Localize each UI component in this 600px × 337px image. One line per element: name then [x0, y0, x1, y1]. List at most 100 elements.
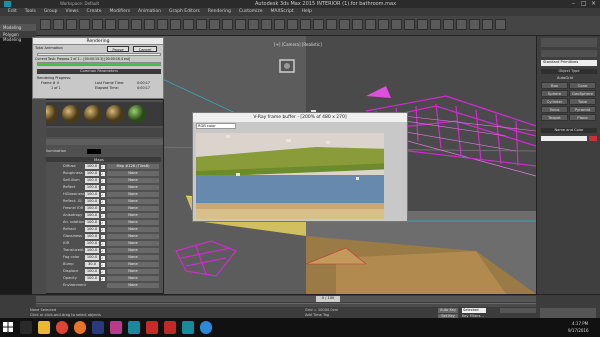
autogrid-checkbox[interactable]: AutoGrid — [557, 76, 573, 80]
add-time-tag[interactable]: Add Time Tag — [305, 313, 329, 317]
map-amount[interactable]: 30.0 — [85, 262, 99, 267]
app-logo-icon[interactable] — [4, 1, 11, 7]
menu-item[interactable]: Edit — [8, 9, 17, 14]
map-slot-button[interactable]: None — [107, 213, 159, 218]
map-slot-button[interactable]: None — [107, 220, 159, 225]
toolbar-button[interactable] — [79, 19, 90, 30]
primitive-button[interactable]: Torus — [541, 106, 568, 113]
toolbar-button[interactable] — [443, 19, 454, 30]
menu-item[interactable]: Group — [44, 9, 58, 14]
skype-icon[interactable] — [200, 321, 212, 334]
cancel-button[interactable]: Cancel — [133, 46, 157, 52]
toolbar-button[interactable] — [248, 19, 259, 30]
primitive-button[interactable]: Teapot — [541, 114, 568, 121]
toolbar-button[interactable] — [131, 19, 142, 30]
material-name-field[interactable] — [35, 139, 163, 145]
toolbar-button[interactable] — [339, 19, 350, 30]
primitive-button[interactable]: GeoSphere — [569, 90, 596, 97]
timeline-track[interactable]: 0 / 100 — [36, 296, 536, 302]
map-slot-button[interactable]: None — [107, 185, 159, 190]
map-slot-button[interactable]: Map #126 (Tiles8) — [107, 164, 159, 169]
menu-item[interactable]: Views — [66, 9, 79, 14]
menu-item[interactable]: MAXScript — [271, 9, 294, 14]
firefox-icon[interactable] — [74, 321, 86, 334]
map-checkbox[interactable]: ✓ — [101, 193, 105, 197]
map-amount[interactable]: 100.0 — [85, 185, 99, 190]
toolbar-button[interactable] — [157, 19, 168, 30]
map-checkbox[interactable]: ✓ — [101, 207, 105, 211]
map-slot-button[interactable]: None — [107, 255, 159, 260]
search-icon[interactable] — [20, 321, 32, 334]
render-preview[interactable] — [196, 133, 394, 219]
map-amount[interactable]: 100.0 — [85, 206, 99, 211]
map-amount[interactable]: 100.0 — [85, 234, 99, 239]
map-slot-button[interactable]: None — [107, 206, 159, 211]
create-categories[interactable] — [541, 50, 597, 57]
primitive-button[interactable]: Box — [541, 82, 568, 89]
photoshop-icon[interactable] — [92, 321, 104, 334]
menu-item[interactable]: Tools — [25, 9, 36, 14]
maximize-icon[interactable]: □ — [581, 0, 587, 7]
key-mode-dropdown[interactable]: Selected — [462, 308, 486, 313]
primitive-button[interactable]: Sphere — [541, 90, 568, 97]
menu-item[interactable]: Animation — [138, 9, 161, 14]
map-slot-button[interactable]: None — [107, 234, 159, 239]
toolbar-button[interactable] — [326, 19, 337, 30]
map-slot-button[interactable]: None — [107, 241, 159, 246]
map-slot-button[interactable]: None — [107, 192, 159, 197]
toolbar-button[interactable] — [365, 19, 376, 30]
toolbar-button[interactable] — [287, 19, 298, 30]
self-illumination-swatch[interactable] — [87, 149, 101, 154]
folder-icon[interactable] — [38, 321, 50, 334]
chrome-icon[interactable] — [56, 321, 68, 334]
toolbar-button[interactable] — [391, 19, 402, 30]
viewport-navigation[interactable] — [540, 308, 596, 318]
toolbar-button[interactable] — [40, 19, 51, 30]
toolbar-button[interactable] — [144, 19, 155, 30]
toolbar-button[interactable] — [482, 19, 493, 30]
menu-item[interactable]: Help — [302, 9, 312, 14]
menu-item[interactable]: Customize — [239, 9, 263, 14]
map-checkbox[interactable]: ✓ — [101, 242, 105, 246]
toolbar-button[interactable] — [274, 19, 285, 30]
minimize-icon[interactable]: – — [572, 0, 575, 7]
map-amount[interactable]: 100.0 — [85, 269, 99, 274]
map-slot-button[interactable]: None — [107, 276, 159, 281]
map-amount[interactable]: 100.0 — [85, 248, 99, 253]
pause-button[interactable]: Pause — [107, 46, 129, 52]
workspace-label[interactable]: Workspace: Default — [60, 1, 99, 6]
toolbar-button[interactable] — [222, 19, 233, 30]
primitive-button[interactable]: Tube — [569, 98, 596, 105]
menu-item[interactable]: Graph Editors — [169, 9, 200, 14]
toolbar-button[interactable] — [183, 19, 194, 30]
toolbar-button[interactable] — [196, 19, 207, 30]
map-amount[interactable]: 100.0 — [85, 276, 99, 281]
primitive-button[interactable]: Pyramid — [569, 106, 596, 113]
toolbar-button[interactable] — [404, 19, 415, 30]
viewport-label[interactable]: [+] [Camera] [Realistic] — [274, 42, 322, 47]
toolbar-button[interactable] — [66, 19, 77, 30]
toolbar-button[interactable] — [92, 19, 103, 30]
map-checkbox[interactable]: ✓ — [101, 249, 105, 253]
3dsmax-window-icon[interactable] — [182, 321, 194, 334]
toolbar-button[interactable] — [417, 19, 428, 30]
primitive-button[interactable]: Plane — [569, 114, 596, 121]
map-amount[interactable]: 100.0 — [85, 220, 99, 225]
command-panel-tabs[interactable] — [541, 38, 597, 47]
object-color-swatch[interactable] — [589, 136, 597, 141]
map-amount[interactable]: 100.0 — [85, 213, 99, 218]
close-icon[interactable]: × — [591, 0, 596, 7]
map-checkbox[interactable]: ✓ — [101, 270, 105, 274]
track-bar[interactable] — [36, 303, 536, 307]
indesign-icon[interactable] — [110, 321, 122, 334]
toolbar-button[interactable] — [53, 19, 64, 30]
toolbar-button[interactable] — [118, 19, 129, 30]
channel-dropdown[interactable]: RGB color — [196, 123, 236, 129]
clock-time[interactable]: 4:17 PM — [572, 321, 588, 326]
toolbar-button[interactable] — [313, 19, 324, 30]
autocad-icon[interactable] — [164, 321, 176, 334]
primitive-button[interactable]: Cylinder — [541, 98, 568, 105]
map-amount[interactable]: 100.0 — [85, 171, 99, 176]
primitive-type-dropdown[interactable]: Standard Primitives — [541, 60, 597, 66]
map-slot-button[interactable]: None — [107, 283, 159, 288]
